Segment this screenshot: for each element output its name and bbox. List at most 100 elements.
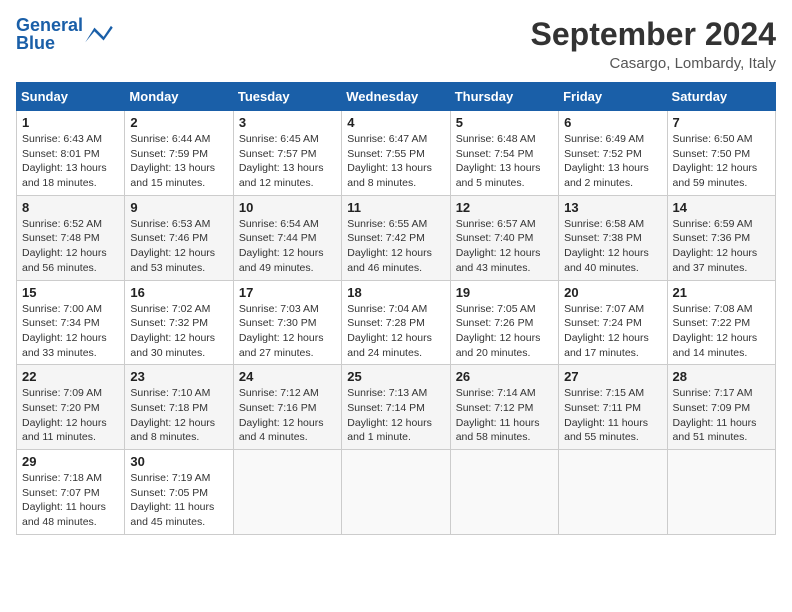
calendar-week-row: 22 Sunrise: 7:09 AMSunset: 7:20 PMDayligh… (17, 365, 776, 450)
day-detail: Sunrise: 7:03 AMSunset: 7:30 PMDaylight:… (239, 302, 336, 361)
day-detail: Sunrise: 7:05 AMSunset: 7:26 PMDaylight:… (456, 302, 553, 361)
table-row (559, 450, 667, 535)
logo-blue: Blue (16, 33, 55, 53)
table-row (233, 450, 341, 535)
table-row: 19 Sunrise: 7:05 AMSunset: 7:26 PMDayligh… (450, 280, 558, 365)
day-number: 22 (22, 369, 119, 384)
table-row: 28Sunrise: 7:17 AMSunset: 7:09 PMDayligh… (667, 365, 775, 450)
day-detail: Sunrise: 6:55 AMSunset: 7:42 PMDaylight:… (347, 217, 444, 276)
day-number: 4 (347, 115, 444, 130)
table-row: 30 Sunrise: 7:19 AMSunset: 7:05 PMDayligh… (125, 450, 233, 535)
day-detail: Sunrise: 6:49 AMSunset: 7:52 PMDaylight:… (564, 132, 661, 191)
calendar-week-row: 8Sunrise: 6:52 AMSunset: 7:48 PMDaylight… (17, 195, 776, 280)
day-number: 24 (239, 369, 336, 384)
day-number: 3 (239, 115, 336, 130)
col-monday: Monday (125, 83, 233, 111)
day-detail: Sunrise: 6:53 AMSunset: 7:46 PMDaylight:… (130, 217, 227, 276)
day-detail: Sunrise: 7:07 AMSunset: 7:24 PMDaylight:… (564, 302, 661, 361)
day-detail: Sunrise: 7:14 AMSunset: 7:12 PMDaylight:… (456, 386, 553, 445)
day-detail: Sunrise: 7:15 AMSunset: 7:11 PMDaylight:… (564, 386, 661, 445)
day-detail: Sunrise: 6:58 AMSunset: 7:38 PMDaylight:… (564, 217, 661, 276)
day-detail: Sunrise: 7:02 AMSunset: 7:32 PMDaylight:… (130, 302, 227, 361)
day-number: 30 (130, 454, 227, 469)
day-number: 11 (347, 200, 444, 215)
table-row: 6 Sunrise: 6:49 AMSunset: 7:52 PMDaylight… (559, 111, 667, 196)
day-number: 29 (22, 454, 119, 469)
day-number: 18 (347, 285, 444, 300)
day-detail: Sunrise: 6:52 AMSunset: 7:48 PMDaylight:… (22, 217, 119, 276)
table-row (667, 450, 775, 535)
table-row: 29 Sunrise: 7:18 AMSunset: 7:07 PMDayligh… (17, 450, 125, 535)
day-detail: Sunrise: 7:00 AMSunset: 7:34 PMDaylight:… (22, 302, 119, 361)
col-thursday: Thursday (450, 83, 558, 111)
table-row: 7 Sunrise: 6:50 AMSunset: 7:50 PMDaylight… (667, 111, 775, 196)
day-number: 15 (22, 285, 119, 300)
table-row: 11 Sunrise: 6:55 AMSunset: 7:42 PMDayligh… (342, 195, 450, 280)
day-detail: Sunrise: 6:47 AMSunset: 7:55 PMDaylight:… (347, 132, 444, 191)
day-detail: Sunrise: 7:09 AMSunset: 7:20 PMDaylight:… (22, 386, 119, 445)
table-row: 9 Sunrise: 6:53 AMSunset: 7:46 PMDaylight… (125, 195, 233, 280)
table-row: 21Sunrise: 7:08 AMSunset: 7:22 PMDayligh… (667, 280, 775, 365)
day-number: 26 (456, 369, 553, 384)
table-row: 25 Sunrise: 7:13 AMSunset: 7:14 PMDayligh… (342, 365, 450, 450)
table-row: 5 Sunrise: 6:48 AMSunset: 7:54 PMDaylight… (450, 111, 558, 196)
table-row: 24 Sunrise: 7:12 AMSunset: 7:16 PMDayligh… (233, 365, 341, 450)
calendar-week-row: 1 Sunrise: 6:43 AMSunset: 8:01 PMDaylight… (17, 111, 776, 196)
day-number: 27 (564, 369, 661, 384)
title-block: September 2024 Casargo, Lombardy, Italy (531, 16, 776, 72)
table-row: 12Sunrise: 6:57 AMSunset: 7:40 PMDayligh… (450, 195, 558, 280)
day-number: 1 (22, 115, 119, 130)
table-row: 26 Sunrise: 7:14 AMSunset: 7:12 PMDayligh… (450, 365, 558, 450)
col-tuesday: Tuesday (233, 83, 341, 111)
day-number: 28 (673, 369, 770, 384)
table-row: 13 Sunrise: 6:58 AMSunset: 7:38 PMDayligh… (559, 195, 667, 280)
col-sunday: Sunday (17, 83, 125, 111)
day-detail: Sunrise: 6:54 AMSunset: 7:44 PMDaylight:… (239, 217, 336, 276)
calendar-week-row: 29 Sunrise: 7:18 AMSunset: 7:07 PMDayligh… (17, 450, 776, 535)
logo: General Blue (16, 16, 113, 52)
day-detail: Sunrise: 7:10 AMSunset: 7:18 PMDaylight:… (130, 386, 227, 445)
day-detail: Sunrise: 6:50 AMSunset: 7:50 PMDaylight:… (673, 132, 770, 191)
day-number: 10 (239, 200, 336, 215)
table-row: 18 Sunrise: 7:04 AMSunset: 7:28 PMDayligh… (342, 280, 450, 365)
table-row: 2 Sunrise: 6:44 AMSunset: 7:59 PMDaylight… (125, 111, 233, 196)
day-number: 12 (456, 200, 553, 215)
day-number: 6 (564, 115, 661, 130)
table-row: 3Sunrise: 6:45 AMSunset: 7:57 PMDaylight… (233, 111, 341, 196)
table-row: 1 Sunrise: 6:43 AMSunset: 8:01 PMDaylight… (17, 111, 125, 196)
day-detail: Sunrise: 7:13 AMSunset: 7:14 PMDaylight:… (347, 386, 444, 445)
day-number: 19 (456, 285, 553, 300)
day-number: 7 (673, 115, 770, 130)
day-number: 16 (130, 285, 227, 300)
month-title: September 2024 (531, 16, 776, 53)
calendar-header-row: Sunday Monday Tuesday Wednesday Thursday… (17, 83, 776, 111)
day-detail: Sunrise: 6:59 AMSunset: 7:36 PMDaylight:… (673, 217, 770, 276)
day-detail: Sunrise: 6:48 AMSunset: 7:54 PMDaylight:… (456, 132, 553, 191)
day-number: 9 (130, 200, 227, 215)
day-detail: Sunrise: 6:43 AMSunset: 8:01 PMDaylight:… (22, 132, 119, 191)
day-detail: Sunrise: 7:18 AMSunset: 7:07 PMDaylight:… (22, 471, 119, 530)
day-number: 5 (456, 115, 553, 130)
day-detail: Sunrise: 7:04 AMSunset: 7:28 PMDaylight:… (347, 302, 444, 361)
day-detail: Sunrise: 6:44 AMSunset: 7:59 PMDaylight:… (130, 132, 227, 191)
col-friday: Friday (559, 83, 667, 111)
table-row: 15 Sunrise: 7:00 AMSunset: 7:34 PMDayligh… (17, 280, 125, 365)
day-number: 23 (130, 369, 227, 384)
day-number: 21 (673, 285, 770, 300)
col-wednesday: Wednesday (342, 83, 450, 111)
day-number: 2 (130, 115, 227, 130)
table-row: 16 Sunrise: 7:02 AMSunset: 7:32 PMDayligh… (125, 280, 233, 365)
logo-general: General (16, 15, 83, 35)
day-number: 13 (564, 200, 661, 215)
location: Casargo, Lombardy, Italy (531, 55, 776, 72)
logo-text: General Blue (16, 16, 83, 52)
page-header: General Blue September 2024 Casargo, Lom… (16, 16, 776, 72)
day-detail: Sunrise: 7:19 AMSunset: 7:05 PMDaylight:… (130, 471, 227, 530)
col-saturday: Saturday (667, 83, 775, 111)
day-number: 25 (347, 369, 444, 384)
table-row: 22 Sunrise: 7:09 AMSunset: 7:20 PMDayligh… (17, 365, 125, 450)
day-detail: Sunrise: 7:12 AMSunset: 7:16 PMDaylight:… (239, 386, 336, 445)
table-row: 10 Sunrise: 6:54 AMSunset: 7:44 PMDayligh… (233, 195, 341, 280)
day-number: 20 (564, 285, 661, 300)
table-row (342, 450, 450, 535)
